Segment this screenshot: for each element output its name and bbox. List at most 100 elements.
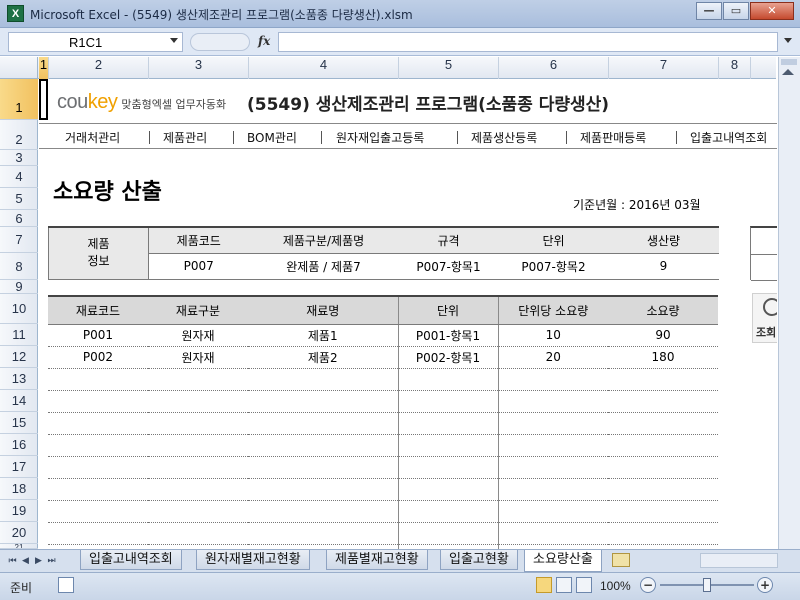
empty-cell[interactable] [398,478,499,501]
empty-cell[interactable] [48,522,148,545]
spec-cell[interactable]: P002-항목1 [398,346,499,369]
page-layout-view-icon[interactable] [556,577,572,593]
select-all-corner[interactable] [0,57,38,79]
minimize-button[interactable]: — [696,2,722,20]
empty-cell[interactable] [398,434,499,457]
zoom-out-button[interactable]: − [640,577,656,593]
expand-formula-icon[interactable] [784,38,792,43]
empty-cell[interactable] [148,456,248,479]
horizontal-scrollbar[interactable] [700,553,778,568]
tab-material-stock[interactable]: 원자재별재고현황 [196,550,310,570]
worksheet[interactable]: coukey 맞춤형엑셀 업무자동화 (5549) 생산제조관리 프로그램(소품종… [39,79,777,549]
material-code-cell[interactable]: P002 [48,346,148,369]
empty-cell[interactable] [248,412,399,435]
row-header-1[interactable]: 1 [0,79,38,120]
material-code-cell[interactable]: P001 [48,324,148,347]
unit-requirement-cell[interactable]: 20 [498,346,608,369]
row-header-8[interactable]: 8 [0,253,38,280]
restore-button[interactable]: ▭ [723,2,749,20]
material-type-cell[interactable]: 원자재 [148,346,248,369]
row-header-6[interactable]: 6 [0,210,38,227]
first-sheet-icon[interactable]: ⏮ [6,554,19,568]
spec-value[interactable]: P007-항목1 [398,253,499,280]
row-header-9[interactable]: 9 [0,280,38,294]
empty-cell[interactable] [608,412,718,435]
product-name-value[interactable]: 완제품 / 제품7 [248,253,399,280]
formula-input[interactable] [278,32,778,52]
empty-cell[interactable] [248,368,399,391]
row-header-2[interactable]: 2 [0,120,38,150]
column-header-3[interactable]: 3 [149,57,249,79]
menu-material-inout[interactable]: 원자재입출고등록 [336,129,424,146]
empty-cell[interactable] [48,478,148,501]
name-box[interactable]: R1C1 [8,32,183,52]
row-header-4[interactable]: 4 [0,166,38,188]
next-sheet-icon[interactable]: ▶ [32,554,45,568]
empty-cell[interactable] [608,500,718,523]
empty-cell[interactable] [148,500,248,523]
row-header-17[interactable]: 17 [0,456,38,478]
empty-cell[interactable] [248,456,399,479]
empty-cell[interactable] [398,368,499,391]
empty-cell[interactable] [148,522,248,545]
empty-cell[interactable] [608,390,718,413]
empty-cell[interactable] [398,456,499,479]
requirement-cell[interactable]: 90 [608,324,718,347]
empty-cell[interactable] [148,434,248,457]
empty-cell[interactable] [608,456,718,479]
zoom-level[interactable]: 100% [600,579,631,593]
product-code-value[interactable]: P007 [148,253,249,280]
row-header-13[interactable]: 13 [0,368,38,390]
tab-inout-history[interactable]: 입출고내역조회 [80,550,182,570]
scroll-up-icon[interactable] [782,69,794,75]
empty-cell[interactable] [398,390,499,413]
menu-inout-history[interactable]: 입출고내역조회 [690,129,767,146]
close-button[interactable]: ✕ [750,2,794,20]
empty-cell[interactable] [48,500,148,523]
page-break-view-icon[interactable] [576,577,592,593]
column-header-8[interactable]: 8 [719,57,751,79]
empty-cell[interactable] [498,500,608,523]
empty-cell[interactable] [498,456,608,479]
empty-cell[interactable] [48,456,148,479]
column-header-1[interactable]: 1 [39,57,49,79]
row-header-7[interactable]: 7 [0,227,38,253]
prev-sheet-icon[interactable]: ◀ [19,554,32,568]
tab-requirement-calc[interactable]: 소요량산출 [524,550,602,572]
last-sheet-icon[interactable]: ⏭ [45,554,58,568]
menu-bom-management[interactable]: BOM관리 [247,129,297,146]
empty-cell[interactable] [248,500,399,523]
row-header-19[interactable]: 19 [0,500,38,522]
product-selector-box[interactable] [750,226,777,281]
empty-cell[interactable] [608,434,718,457]
empty-cell[interactable] [608,368,718,391]
empty-cell[interactable] [248,390,399,413]
empty-cell[interactable] [398,522,499,545]
menu-sales-entry[interactable]: 제품판매등록 [580,129,646,146]
empty-cell[interactable] [148,412,248,435]
split-handle[interactable] [781,59,797,65]
empty-cell[interactable] [608,522,718,545]
empty-cell[interactable] [498,368,608,391]
name-box-dropdown-icon[interactable] [170,38,178,43]
empty-cell[interactable] [148,368,248,391]
insert-sheet-icon[interactable] [612,553,630,567]
unit-value[interactable]: P007-항목2 [498,253,609,280]
empty-cell[interactable] [608,478,718,501]
column-header-6[interactable]: 6 [499,57,609,79]
spec-cell[interactable]: P001-항목1 [398,324,499,347]
macro-record-icon[interactable] [58,577,74,593]
row-header-15[interactable]: 15 [0,412,38,434]
row-header-5[interactable]: 5 [0,188,38,210]
formula-buttons[interactable] [190,33,250,51]
row-header-12[interactable]: 12 [0,346,38,368]
menu-client-management[interactable]: 거래처관리 [65,129,120,146]
empty-cell[interactable] [498,412,608,435]
row-header-14[interactable]: 14 [0,390,38,412]
empty-cell[interactable] [248,522,399,545]
empty-cell[interactable] [498,390,608,413]
insert-function-icon[interactable]: fx [258,34,270,48]
excel-app-icon[interactable]: X [7,5,24,22]
empty-cell[interactable] [398,412,499,435]
vertical-scrollbar[interactable] [778,57,800,549]
